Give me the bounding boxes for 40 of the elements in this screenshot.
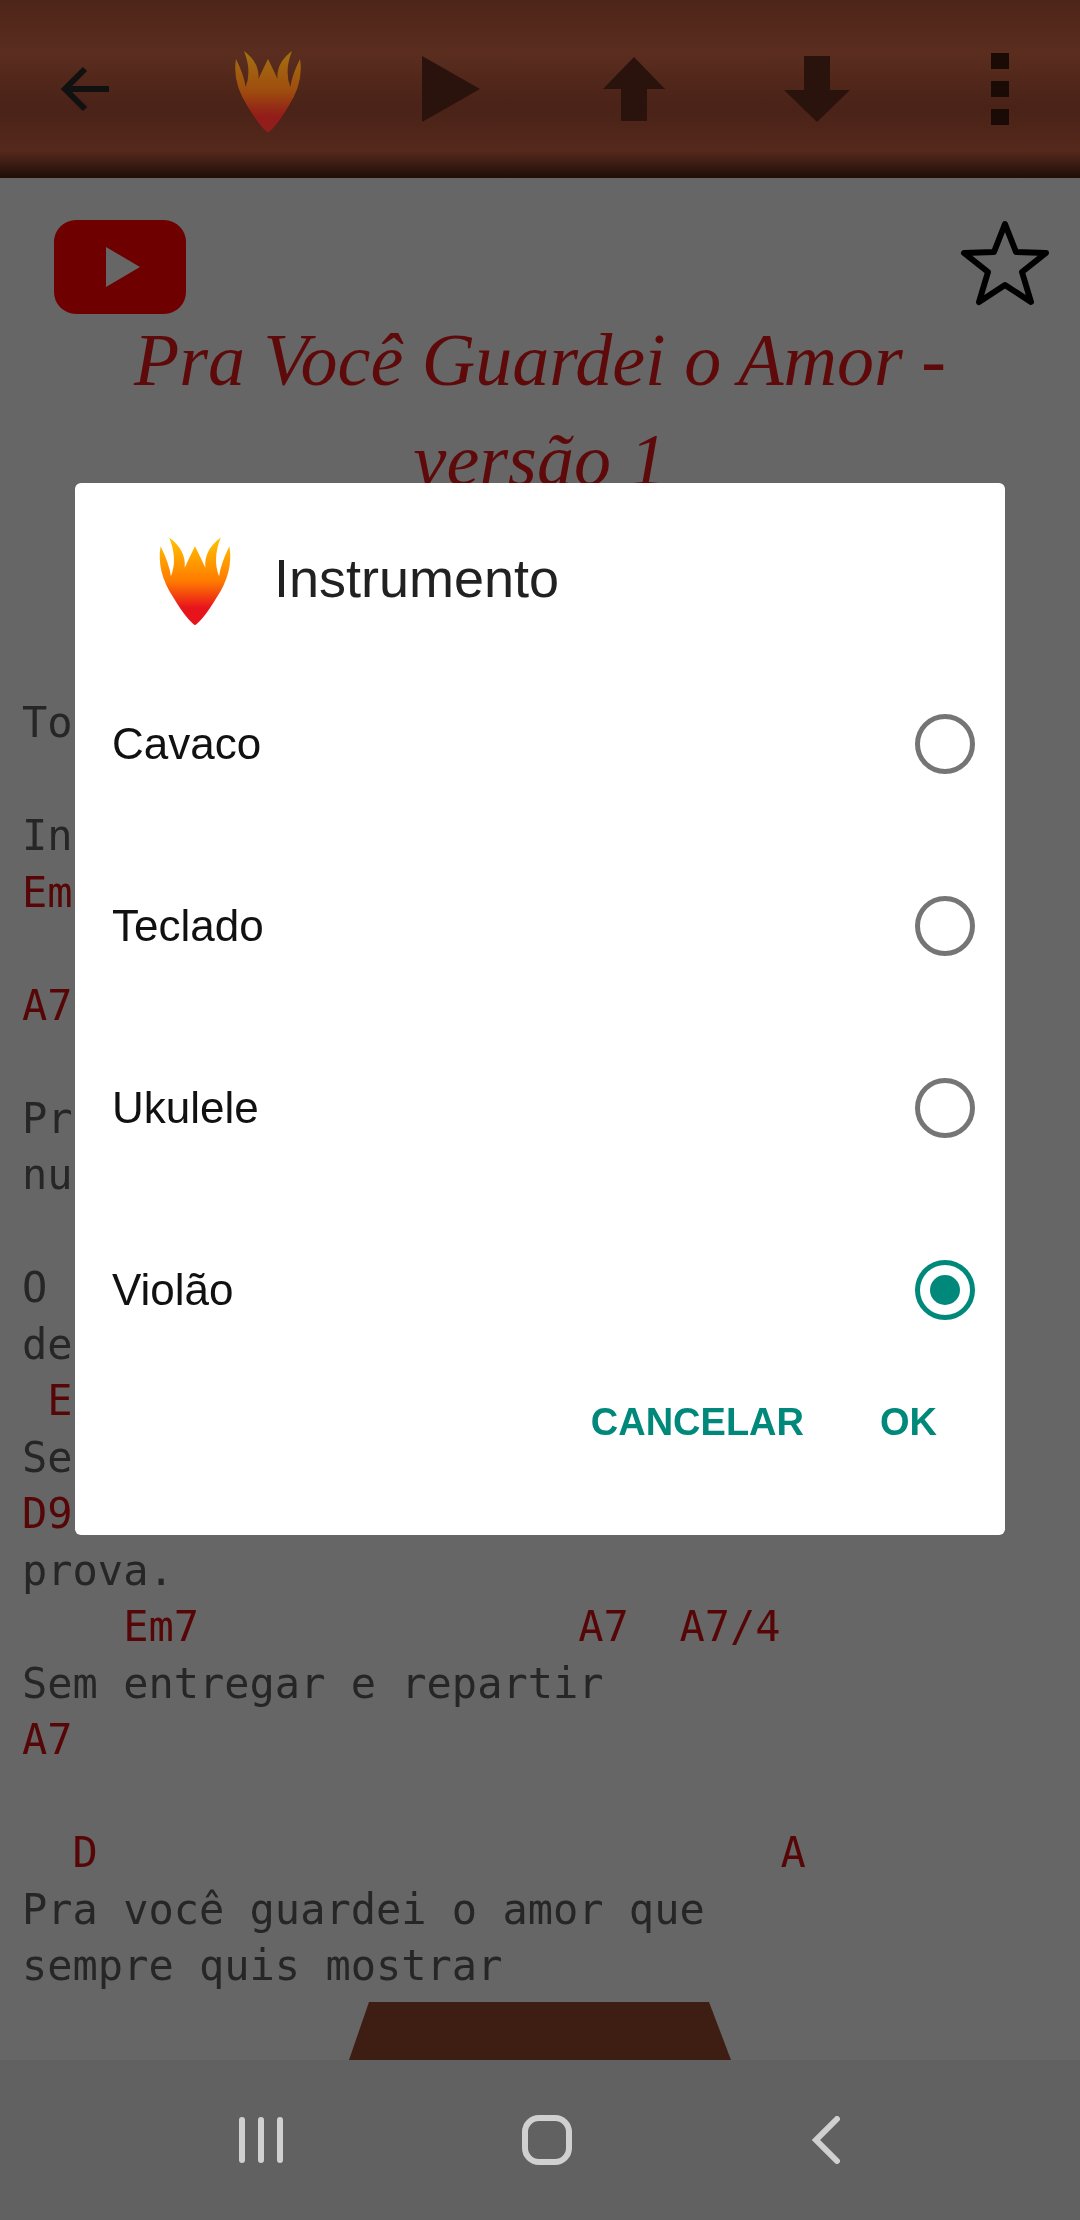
chord-line: Em7 A7 A7/4 (122, 1602, 781, 1651)
radio-button[interactable] (915, 896, 975, 956)
lyric-line: de (22, 1319, 73, 1369)
option-label: Cavaco (112, 719, 262, 769)
song-title: Pra Você Guardei o Amor - (132, 318, 947, 403)
lyric-line: O (22, 1263, 48, 1312)
radio-button[interactable] (915, 1260, 975, 1320)
option-label: Violão (112, 1265, 234, 1315)
lyric-line: Sem entregar e repartir (22, 1658, 604, 1708)
option-label: Ukulele (112, 1083, 259, 1133)
wood-pull-tab[interactable] (349, 2002, 731, 2060)
instrument-option[interactable]: Ukulele (75, 1017, 1005, 1199)
chord-line: A7 (22, 1715, 73, 1764)
lyric-line: nu (22, 1150, 73, 1199)
chord-line: D9 (22, 1489, 73, 1538)
radio-button[interactable] (915, 1078, 975, 1138)
chord-line: A7 (22, 980, 73, 1030)
home-icon[interactable] (522, 2115, 572, 2165)
dialog-title: Instrumento (274, 547, 560, 609)
favorite-star-icon[interactable] (960, 220, 1050, 306)
recent-apps-icon[interactable] (239, 2117, 284, 2163)
video-play-icon[interactable] (54, 220, 186, 314)
lyric-line: Pr (22, 1093, 73, 1143)
instrument-option[interactable]: Teclado (75, 835, 1005, 1017)
lyric-line: Se (22, 1432, 73, 1482)
instrument-option[interactable]: Cavaco (75, 653, 1005, 835)
lyric-line: In (22, 811, 73, 860)
dialog-button[interactable]: OK (852, 1381, 965, 1464)
chord-line: Em (22, 867, 73, 917)
option-label: Teclado (112, 901, 264, 951)
chord-line: E (46, 1376, 73, 1425)
back-nav-icon[interactable] (810, 2116, 841, 2164)
lyric-line: sempre quis mostrar (22, 1941, 503, 1990)
dialog-button[interactable]: CANCELAR (562, 1381, 832, 1464)
instrument-option[interactable]: Violão (75, 1199, 1005, 1381)
chord-line: D A (71, 1828, 806, 1877)
lyric-line: Pra você guardei o amor que (22, 1884, 705, 1934)
lyric-line: To (22, 698, 73, 747)
lyric-line: prova. (22, 1545, 174, 1595)
radio-button[interactable] (915, 714, 975, 774)
